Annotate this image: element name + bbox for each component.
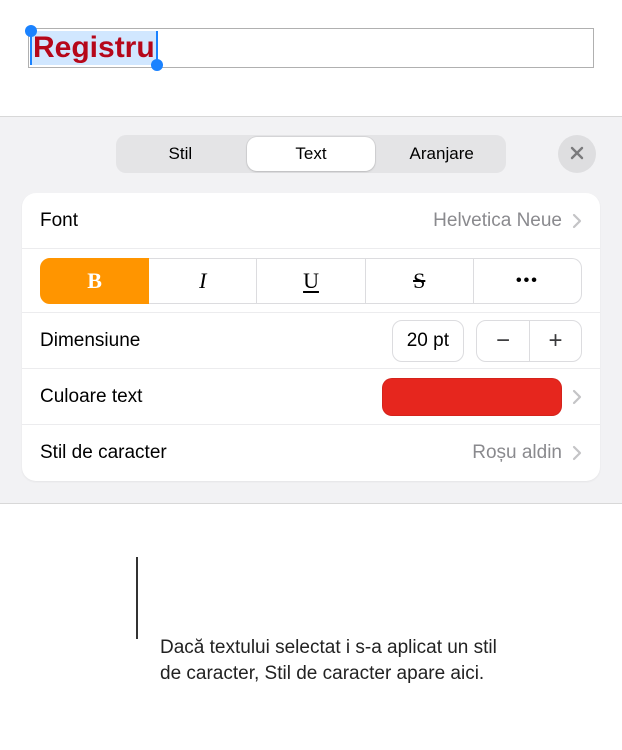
- chevron-right-icon: [572, 389, 582, 405]
- text-editor-area: Registru: [0, 0, 622, 68]
- text-format-card: Font Helvetica Neue B I U S ••• Dimensiu…: [22, 193, 600, 481]
- size-row: Dimensiune 20 pt − +: [22, 313, 600, 369]
- editor-text[interactable]: Registru: [31, 31, 157, 65]
- character-style-row[interactable]: Stil de caracter Roșu aldin: [22, 425, 600, 481]
- more-styles-button[interactable]: •••: [474, 258, 582, 304]
- tab-style[interactable]: Stil: [116, 135, 245, 173]
- panel-tabbar: Stil Text Aranjare: [0, 117, 622, 189]
- size-increase-button[interactable]: +: [529, 321, 581, 361]
- selection-handle-start[interactable]: [25, 25, 37, 37]
- tab-arrange[interactable]: Aranjare: [377, 135, 506, 173]
- font-style-row: B I U S •••: [22, 249, 600, 313]
- size-stepper: − +: [476, 320, 582, 362]
- font-label: Font: [40, 210, 78, 232]
- font-value: Helvetica Neue: [433, 210, 562, 232]
- character-style-label: Stil de caracter: [40, 442, 167, 464]
- size-value: 20 pt: [407, 330, 449, 352]
- caption-area: Dacă textului selectat i s-a aplicat un …: [160, 635, 520, 686]
- selection-handle-end[interactable]: [151, 59, 163, 71]
- text-color-label: Culoare text: [40, 386, 142, 408]
- text-box[interactable]: Registru: [28, 28, 594, 68]
- caption-text: Dacă textului selectat i s-a aplicat un …: [160, 635, 520, 686]
- italic-button[interactable]: I: [149, 258, 257, 304]
- size-value-box[interactable]: 20 pt: [392, 320, 464, 362]
- callout-line: [136, 557, 138, 639]
- font-row[interactable]: Font Helvetica Neue: [22, 193, 600, 249]
- chevron-right-icon: [572, 213, 582, 229]
- segmented-control: Stil Text Aranjare: [116, 135, 506, 173]
- size-decrease-button[interactable]: −: [477, 321, 529, 361]
- character-style-value: Roșu aldin: [472, 442, 562, 464]
- close-button[interactable]: [558, 135, 596, 173]
- strikethrough-button[interactable]: S: [366, 258, 474, 304]
- size-label: Dimensiune: [40, 330, 140, 352]
- text-color-swatch[interactable]: [382, 378, 562, 416]
- underline-button[interactable]: U: [257, 258, 365, 304]
- tab-text[interactable]: Text: [247, 137, 376, 171]
- bold-button[interactable]: B: [40, 258, 149, 304]
- chevron-right-icon: [572, 445, 582, 461]
- format-panel: Stil Text Aranjare Font Helvetica Neue B…: [0, 116, 622, 504]
- text-color-row[interactable]: Culoare text: [22, 369, 600, 425]
- selection-wrap: Registru: [31, 31, 157, 65]
- close-icon: [570, 144, 584, 165]
